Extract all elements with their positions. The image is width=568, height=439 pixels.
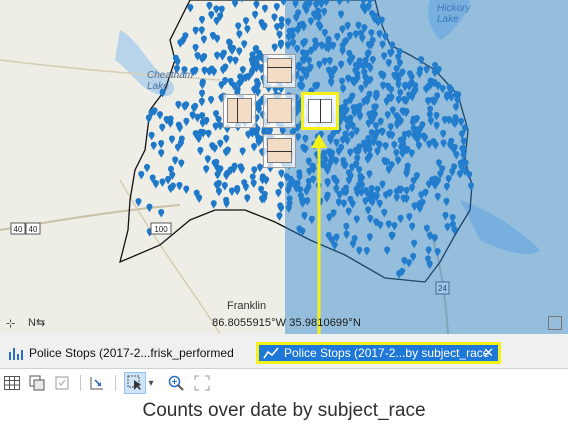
scale-icon[interactable]: ⊹ <box>6 317 15 330</box>
tab-frisk-performed-chart[interactable]: Police Stops (2017-2...frisk_performed <box>8 342 244 364</box>
switch-selection-icon[interactable] <box>27 373 47 393</box>
toolbar-divider <box>80 375 81 391</box>
pane-tab-strip: Police Stops (2017-2...frisk_performed P… <box>0 334 568 369</box>
tab-label: Police Stops (2017-2...by subject_race <box>284 346 490 360</box>
zoom-in-icon[interactable] <box>166 373 186 393</box>
filter-icon[interactable] <box>52 373 72 393</box>
table-icon[interactable] <box>2 373 22 393</box>
toolbar-divider <box>115 375 116 391</box>
dropdown-icon[interactable]: ▾ <box>145 373 157 393</box>
select-icon[interactable] <box>124 372 146 394</box>
coordinate-readout: 86.8055915°W 35.9810699°N <box>212 317 361 329</box>
export-icon[interactable] <box>87 373 107 393</box>
chart-toolbar: ▾ <box>0 369 568 397</box>
callout-arrow <box>311 134 327 334</box>
bar-chart-icon <box>9 348 23 360</box>
full-extent-icon[interactable] <box>192 373 212 393</box>
close-icon[interactable]: ✕ <box>483 345 494 361</box>
tab-subject-race-chart[interactable]: Police Stops (2017-2...by subject_race ✕ <box>256 342 501 364</box>
map-view[interactable]: 40 40 100 24 Cheatham Lake Hickory Lake … <box>0 0 568 334</box>
map-extent-icon[interactable] <box>548 316 562 330</box>
line-chart-icon <box>263 347 279 359</box>
chart-title: Counts over date by subject_race <box>142 400 426 421</box>
tab-label: Police Stops (2017-2...frisk_performed <box>29 346 234 360</box>
map-status-bar: ⊹ N⇆ 86.8055915°W 35.9810699°N <box>0 314 568 334</box>
north-arrow-icon[interactable]: N⇆ <box>28 316 45 329</box>
